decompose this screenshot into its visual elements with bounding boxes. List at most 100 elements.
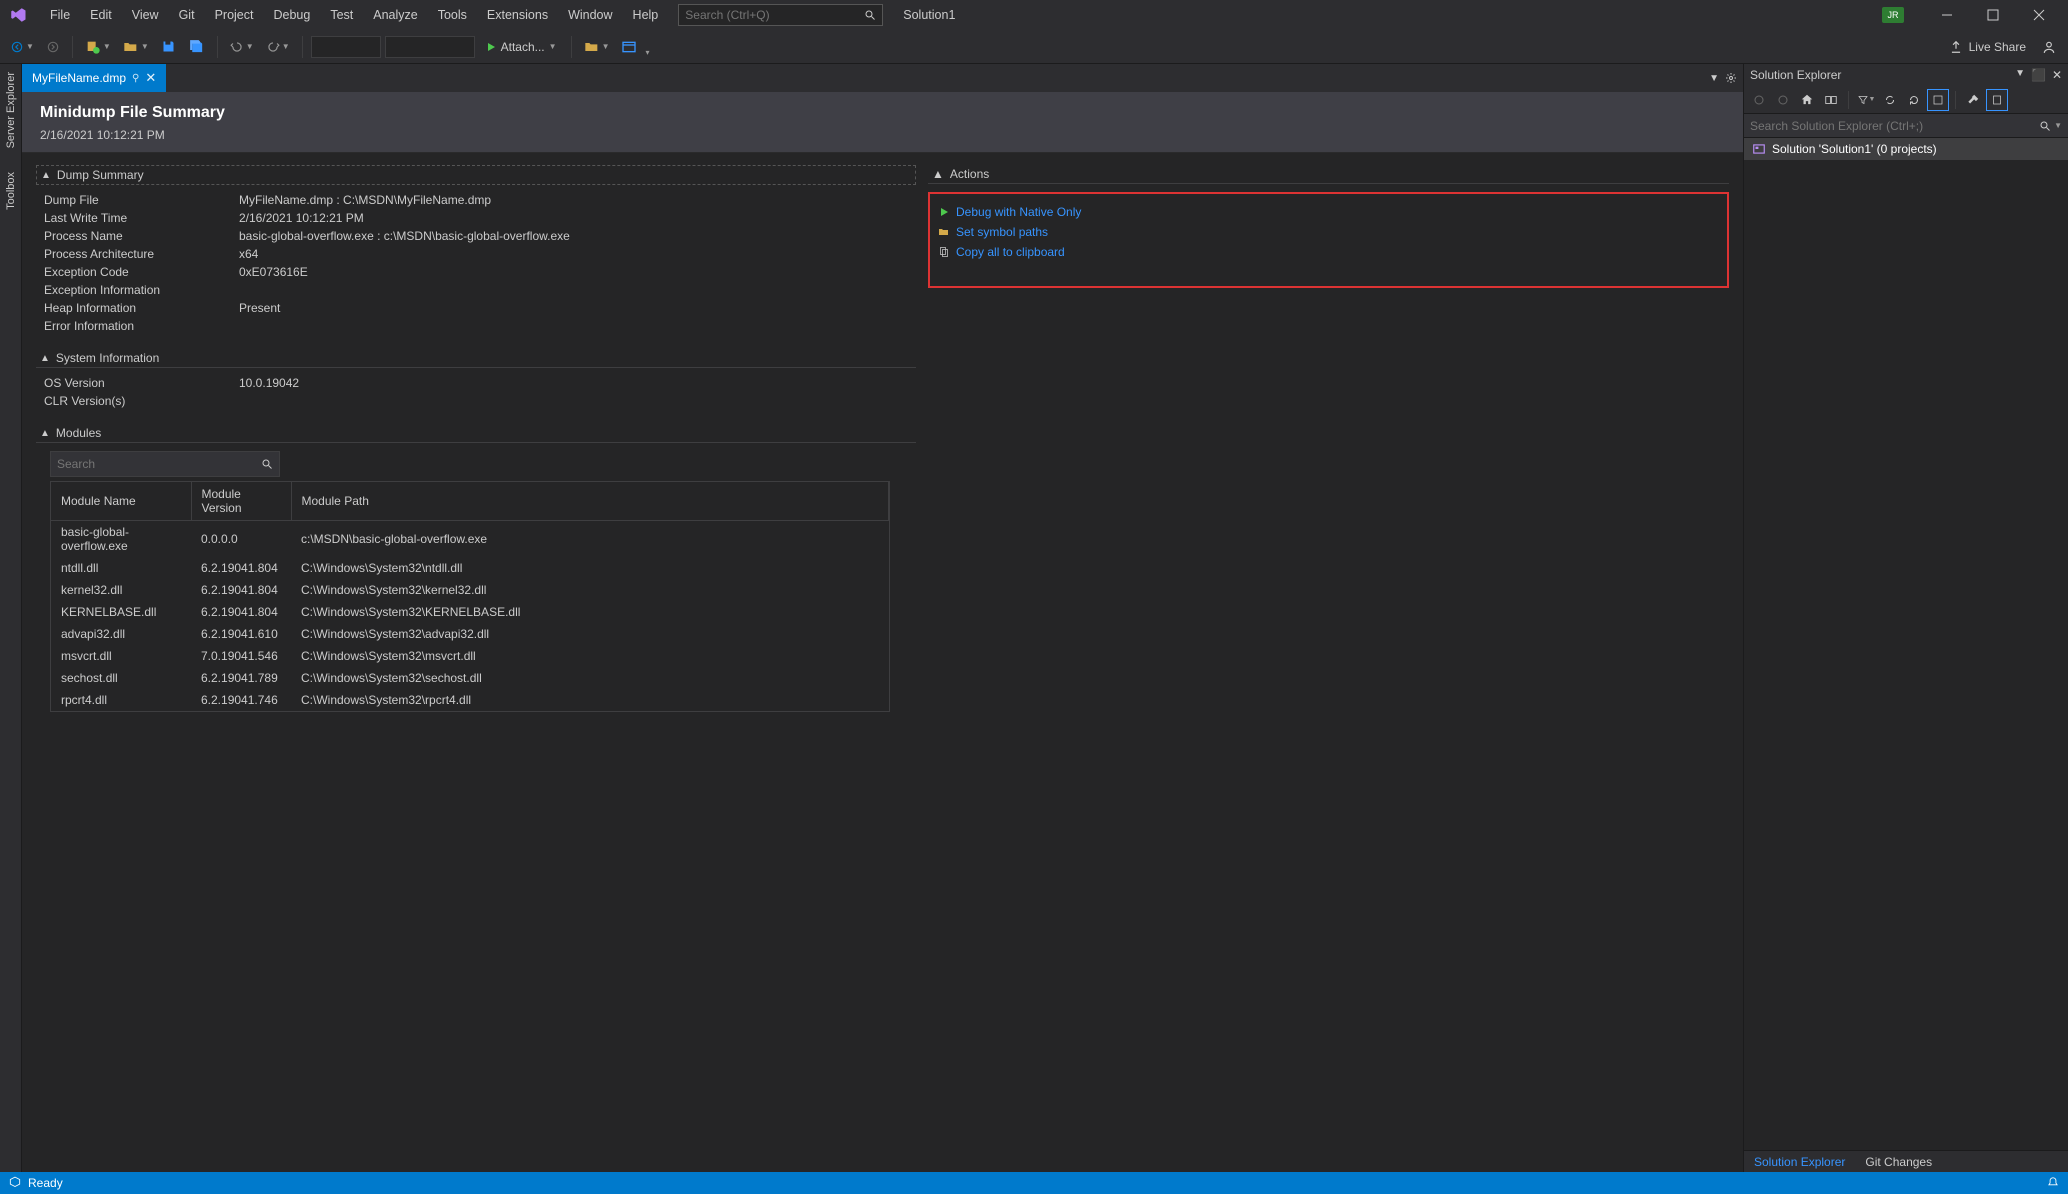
- undo-button[interactable]: ▼: [226, 38, 258, 56]
- module-name: msvcrt.dll: [51, 645, 191, 667]
- table-row[interactable]: sechost.dll6.2.19041.789C:\Windows\Syste…: [51, 667, 889, 689]
- dump-value: Present: [239, 301, 280, 315]
- module-name: basic-global-overflow.exe: [51, 521, 191, 558]
- action-debug-with-native-only[interactable]: Debug with Native Only: [938, 202, 1723, 222]
- dump-key: Dump File: [44, 193, 239, 207]
- save-button[interactable]: [157, 37, 180, 56]
- module-version: 6.2.19041.804: [191, 601, 291, 623]
- module-name: rpcrt4.dll: [51, 689, 191, 711]
- action-copy-all-to-clipboard[interactable]: Copy all to clipboard: [938, 242, 1723, 262]
- table-row[interactable]: KERNELBASE.dll6.2.19041.804C:\Windows\Sy…: [51, 601, 889, 623]
- module-col-header[interactable]: Module Version: [191, 482, 291, 521]
- module-col-header[interactable]: Module Path: [291, 482, 889, 521]
- rail-server-explorer[interactable]: Server Explorer: [3, 68, 19, 152]
- pin-icon[interactable]: ⚲: [132, 73, 139, 84]
- dump-key: Error Information: [44, 319, 239, 333]
- table-row[interactable]: ntdll.dll6.2.19041.804C:\Windows\System3…: [51, 557, 889, 579]
- action-set-symbol-paths[interactable]: Set symbol paths: [938, 222, 1723, 242]
- table-row[interactable]: msvcrt.dll7.0.19041.546C:\Windows\System…: [51, 645, 889, 667]
- table-row[interactable]: advapi32.dll6.2.19041.610C:\Windows\Syst…: [51, 623, 889, 645]
- solution-search-box[interactable]: ▼: [1744, 114, 2068, 138]
- menu-file[interactable]: File: [40, 4, 80, 26]
- user-badge[interactable]: JR: [1882, 7, 1904, 23]
- menu-debug[interactable]: Debug: [263, 4, 320, 26]
- quick-search-box[interactable]: [678, 4, 883, 26]
- forward-icon[interactable]: [1772, 89, 1794, 111]
- system-info-header[interactable]: ▲ System Information: [36, 349, 916, 368]
- panel-tab-bar: Solution ExplorerGit Changes: [1744, 1150, 2068, 1172]
- platform-combo[interactable]: [385, 36, 475, 58]
- search-icon: [864, 9, 876, 21]
- close-button[interactable]: [2016, 0, 2062, 30]
- modules-table: Module NameModule VersionModule Path bas…: [50, 481, 890, 712]
- chevron-up-icon: ▲: [41, 170, 51, 181]
- sys-key: CLR Version(s): [44, 394, 239, 408]
- properties-icon[interactable]: [1962, 89, 1984, 111]
- table-row[interactable]: basic-global-overflow.exe0.0.0.0c:\MSDN\…: [51, 521, 889, 558]
- close-panel-icon[interactable]: ✕: [2052, 68, 2062, 82]
- refresh-icon[interactable]: [1903, 89, 1925, 111]
- minimize-button[interactable]: [1924, 0, 1970, 30]
- forward-button[interactable]: [42, 38, 64, 56]
- preview-icon[interactable]: [1986, 89, 2008, 111]
- folder-button[interactable]: ▼: [580, 37, 614, 57]
- panel-tab-solution-explorer[interactable]: Solution Explorer: [1744, 1152, 1855, 1172]
- menu-tools[interactable]: Tools: [428, 4, 477, 26]
- home-icon[interactable]: [1796, 89, 1818, 111]
- menu-analyze[interactable]: Analyze: [363, 4, 427, 26]
- document-tab[interactable]: MyFileName.dmp ⚲ ✕: [22, 64, 166, 92]
- module-col-header[interactable]: Module Name: [51, 482, 191, 521]
- menu-window[interactable]: Window: [558, 4, 622, 26]
- open-button[interactable]: ▼: [119, 37, 153, 57]
- menu-edit[interactable]: Edit: [80, 4, 122, 26]
- standard-toolbar: ▼ ▼ ▼ ▼ ▼ Attach... ▼ ▼ ▾ Live Share: [0, 30, 2068, 64]
- new-item-button[interactable]: ▼: [81, 37, 115, 57]
- table-row[interactable]: kernel32.dll6.2.19041.804C:\Windows\Syst…: [51, 579, 889, 601]
- filter-icon[interactable]: ▼: [1855, 89, 1877, 111]
- live-share-button[interactable]: Live Share: [1949, 40, 2062, 54]
- notification-bell-icon[interactable]: [2046, 1176, 2060, 1190]
- menu-extensions[interactable]: Extensions: [477, 4, 558, 26]
- actions-header[interactable]: ▲ Actions: [928, 165, 1729, 184]
- solution-node[interactable]: Solution 'Solution1' (0 projects): [1744, 138, 2068, 160]
- back-button[interactable]: ▼: [6, 38, 38, 56]
- config-combo[interactable]: [311, 36, 381, 58]
- dump-summary-header[interactable]: ▲ Dump Summary: [36, 165, 916, 185]
- dump-key: Heap Information: [44, 301, 239, 315]
- back-icon[interactable]: [1748, 89, 1770, 111]
- module-search-box[interactable]: [50, 451, 280, 477]
- window-button[interactable]: [617, 37, 641, 57]
- modules-header[interactable]: ▲ Modules: [36, 424, 916, 443]
- share-icon: [1949, 40, 1963, 54]
- save-all-button[interactable]: [184, 36, 209, 57]
- sync-icon[interactable]: [1879, 89, 1901, 111]
- menu-test[interactable]: Test: [320, 4, 363, 26]
- module-path: C:\Windows\System32\kernel32.dll: [291, 579, 889, 601]
- menu-git[interactable]: Git: [169, 4, 205, 26]
- panel-tab-git-changes[interactable]: Git Changes: [1855, 1152, 1942, 1172]
- solution-search-input[interactable]: [1750, 119, 2039, 133]
- quick-search-input[interactable]: [685, 8, 864, 22]
- tab-settings-icon[interactable]: [1725, 72, 1737, 84]
- menu-view[interactable]: View: [122, 4, 169, 26]
- collapse-all-icon[interactable]: [1927, 89, 1949, 111]
- rail-toolbox[interactable]: Toolbox: [3, 168, 19, 214]
- dump-value: x64: [239, 247, 258, 261]
- close-tab-icon[interactable]: ✕: [145, 70, 156, 86]
- tab-overflow-icon[interactable]: ▼: [1709, 73, 1719, 84]
- status-cube-icon[interactable]: [8, 1176, 22, 1190]
- menu-help[interactable]: Help: [623, 4, 669, 26]
- table-row[interactable]: rpcrt4.dll6.2.19041.746C:\Windows\System…: [51, 689, 889, 711]
- panel-menu-icon[interactable]: ▼: [2015, 68, 2025, 82]
- switch-view-icon[interactable]: [1820, 89, 1842, 111]
- redo-button[interactable]: ▼: [262, 38, 294, 56]
- module-version: 6.2.19041.746: [191, 689, 291, 711]
- pin-icon[interactable]: ⬛: [2031, 68, 2046, 82]
- dump-value: basic-global-overflow.exe : c:\MSDN\basi…: [239, 229, 570, 243]
- attach-button[interactable]: Attach... ▼: [479, 37, 563, 57]
- module-search-input[interactable]: [57, 457, 261, 471]
- copy-icon: [938, 246, 950, 258]
- maximize-button[interactable]: [1970, 0, 2016, 30]
- dump-row: Last Write Time2/16/2021 10:12:21 PM: [36, 209, 916, 227]
- menu-project[interactable]: Project: [205, 4, 264, 26]
